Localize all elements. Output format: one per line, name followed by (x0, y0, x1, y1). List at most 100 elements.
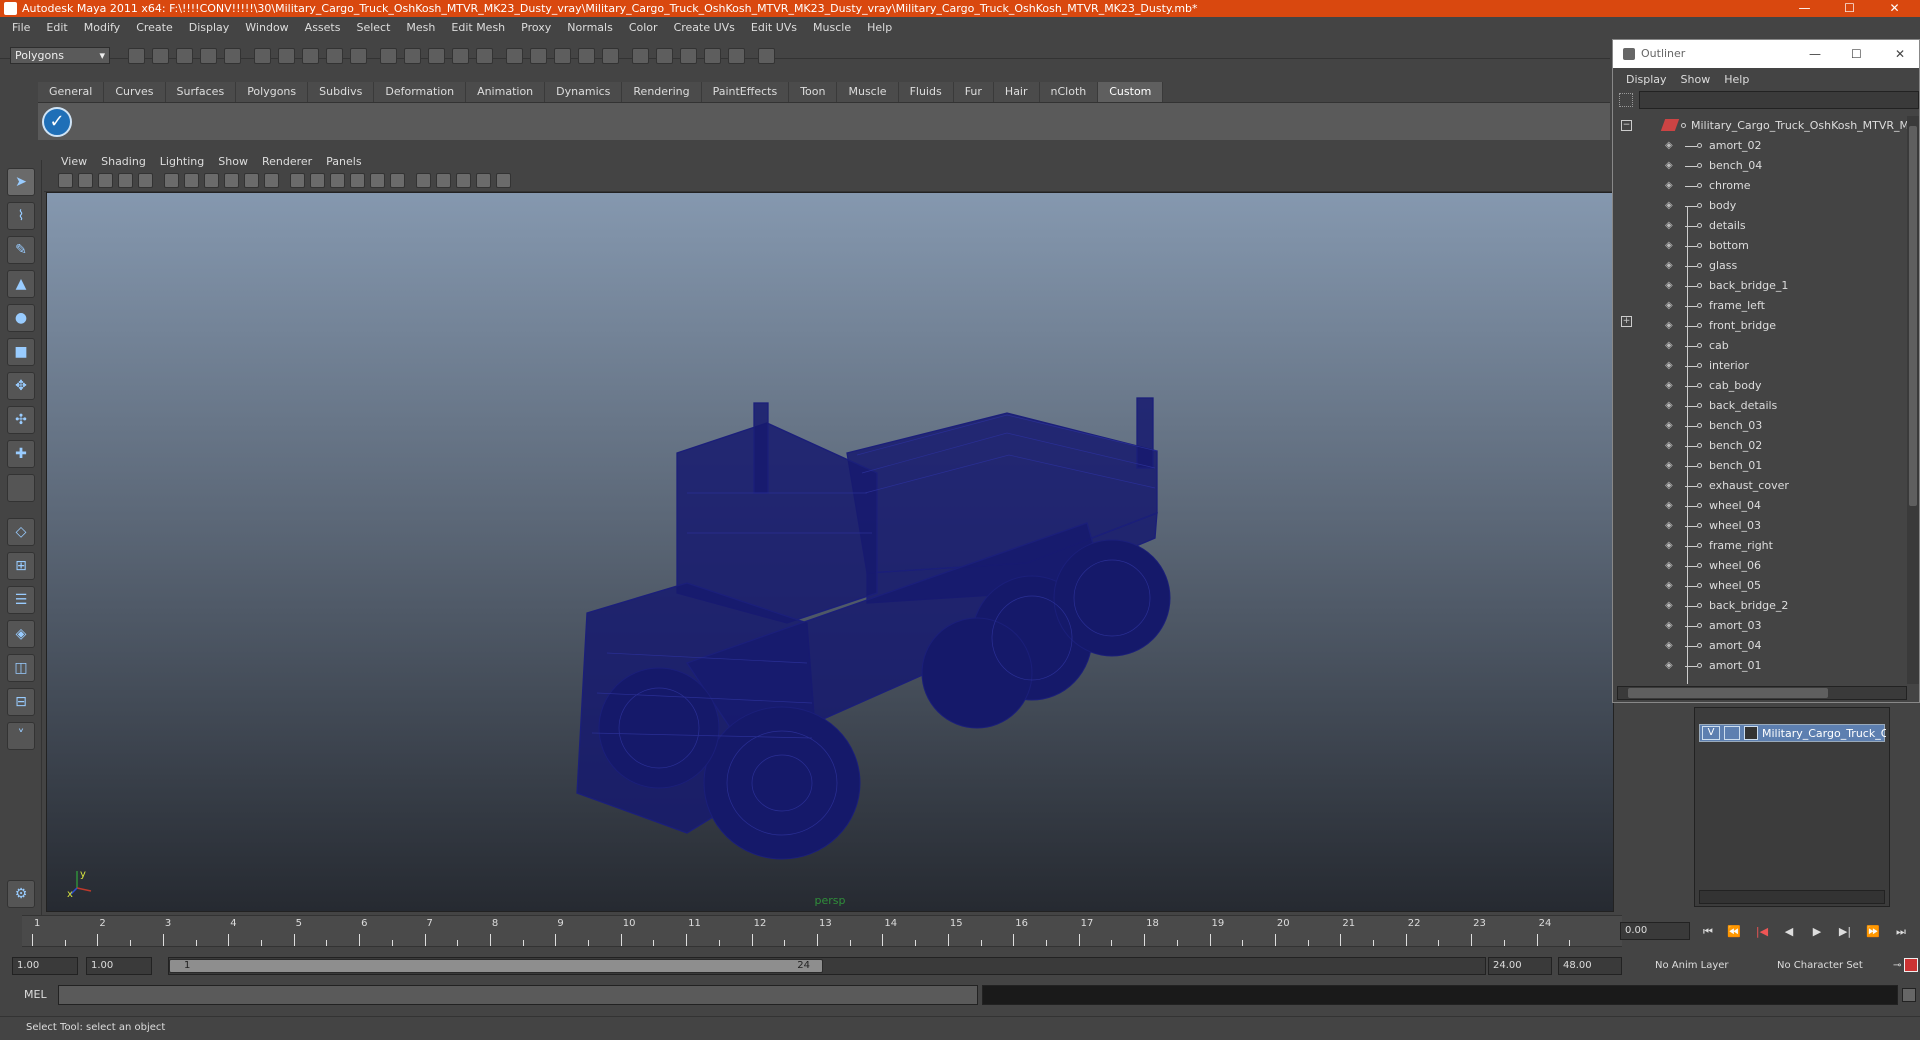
outliner-minimize-button[interactable]: — (1809, 40, 1821, 68)
step-forward-frame-icon[interactable]: ▶| (1834, 924, 1856, 940)
backface-icon[interactable] (496, 173, 511, 188)
script-editor-icon[interactable]: ⚙ (7, 880, 35, 908)
lasso-tool-icon[interactable]: ⌇ (7, 202, 35, 230)
outliner-horizontal-scrollbar[interactable] (1617, 686, 1907, 700)
menu-proxy[interactable]: Proxy (513, 21, 559, 34)
outliner-item[interactable]: ◈ bench_01 (1613, 456, 1909, 476)
select-object-icon[interactable] (224, 48, 241, 64)
close-button[interactable]: ✕ (1872, 0, 1917, 17)
outliner-item[interactable]: ◈ amort_01 (1613, 656, 1909, 676)
camera-select-icon[interactable] (58, 173, 73, 188)
outliner-item[interactable]: ◈ back_bridge_1 (1613, 276, 1909, 296)
open-scene-icon[interactable] (152, 48, 169, 64)
single-view-layout-icon[interactable]: ◇ (7, 518, 35, 546)
anim-layer-selector[interactable]: No Anim Layer (1650, 957, 1756, 975)
gate-mask-icon[interactable] (204, 173, 219, 188)
outliner-item[interactable]: ◈ cab_body (1613, 376, 1909, 396)
outliner-item[interactable]: ◈ details (1613, 216, 1909, 236)
outliner-layout-icon[interactable]: ☰ (7, 586, 35, 614)
smooth-shade-icon[interactable] (310, 173, 325, 188)
output-ops-icon[interactable] (476, 48, 493, 64)
shelf-tab-hair[interactable]: Hair (993, 82, 1040, 102)
textured-icon[interactable] (350, 173, 365, 188)
layer-color-swatch[interactable] (1744, 726, 1758, 740)
script-editor-button-icon[interactable] (1902, 988, 1916, 1002)
outliner-item[interactable]: ◈ cab (1613, 336, 1909, 356)
last-tool-icon[interactable] (7, 474, 35, 502)
shelf-tab-curves[interactable]: Curves (104, 82, 166, 102)
current-time-field[interactable]: 0.00 (1620, 922, 1690, 940)
camera-attributes-icon[interactable] (78, 173, 93, 188)
safe-action-icon[interactable] (244, 173, 259, 188)
outliner-item[interactable]: ◈ glass (1613, 256, 1909, 276)
select-hierarchy-icon[interactable] (200, 48, 217, 64)
shadows-icon[interactable] (390, 173, 405, 188)
outliner-item[interactable]: ◈ amort_04 (1613, 636, 1909, 656)
history-icon[interactable] (428, 48, 445, 64)
panel-menu-renderer[interactable]: Renderer (255, 155, 319, 168)
time-ruler[interactable]: 1 2 3 4 5 6 7 8 9 10 11 12 13 14 15 16 17 18 19 20 21 22 23 24 (22, 915, 1622, 947)
play-forwards-icon[interactable]: ▶ (1806, 924, 1828, 940)
outliner-filter-icon[interactable] (1619, 93, 1633, 107)
outliner-item[interactable]: ◈ bench_04 (1613, 156, 1909, 176)
paint-select-tool-icon[interactable]: ✎ (7, 236, 35, 264)
playback-start-field[interactable]: 1.00 (86, 957, 152, 975)
snap-curve-icon[interactable] (326, 48, 343, 64)
channel-box-icon[interactable] (680, 48, 697, 64)
panel-menu-panels[interactable]: Panels (319, 155, 368, 168)
layout-options-icon[interactable]: ˅ (7, 722, 35, 750)
collapse-icon[interactable]: − (1621, 120, 1632, 131)
outliner-menu-display[interactable]: Display (1619, 73, 1674, 86)
select-tool-icon[interactable]: ➤ (7, 168, 35, 196)
go-to-end-icon[interactable]: ⏭ (1890, 924, 1912, 940)
film-gate-icon[interactable] (164, 173, 179, 188)
grid-toggle-icon[interactable] (138, 173, 153, 188)
layer-visibility-toggle[interactable]: V (1702, 726, 1720, 740)
panel-menu-show[interactable]: Show (211, 155, 255, 168)
render-settings-icon[interactable] (578, 48, 595, 64)
menu-color[interactable]: Color (621, 21, 666, 34)
menu-assets[interactable]: Assets (297, 21, 349, 34)
universal-manipulator-icon[interactable]: ✥ (7, 372, 35, 400)
animation-start-field[interactable]: 1.00 (12, 957, 78, 975)
lock-selection-icon[interactable] (278, 48, 295, 64)
outliner-item[interactable]: ◈ wheel_03 (1613, 516, 1909, 536)
shelf-tab-fur[interactable]: Fur (953, 82, 994, 102)
key-icon[interactable]: ⊸ (1888, 957, 1902, 975)
outliner-item[interactable]: ◈ exhaust_cover (1613, 476, 1909, 496)
new-scene-icon[interactable] (128, 48, 145, 64)
rotate-tool-icon[interactable]: ● (7, 304, 35, 332)
range-bar[interactable]: 1 24 (168, 957, 1486, 975)
move-tool-icon[interactable]: ▲ (7, 270, 35, 298)
outliner-item[interactable]: ◈ interior (1613, 356, 1909, 376)
outliner-maximize-button[interactable]: ☐ (1851, 40, 1862, 68)
step-back-key-icon[interactable]: ⏪ (1723, 924, 1745, 940)
scale-tool-icon[interactable]: ■ (7, 338, 35, 366)
shelf-tab-deformation[interactable]: Deformation (374, 82, 467, 102)
outliner-horizontal-thumb[interactable] (1628, 688, 1828, 698)
shelf-tab-muscle[interactable]: Muscle (837, 82, 899, 102)
menu-file[interactable]: File (4, 21, 38, 34)
wireframe-on-shaded-icon[interactable] (330, 173, 345, 188)
outliner-close-button[interactable]: ✕ (1895, 40, 1905, 68)
outliner-item[interactable]: ◈ frame_right (1613, 536, 1909, 556)
layer-editor-scrollbar[interactable] (1699, 890, 1885, 904)
outliner-item[interactable]: ◈ wheel_05 (1613, 576, 1909, 596)
auto-key-icon[interactable] (1904, 958, 1918, 972)
outliner-vertical-thumb[interactable] (1909, 126, 1917, 506)
bookmark-icon[interactable] (98, 173, 113, 188)
persp-graph-layout-icon[interactable]: ⊟ (7, 688, 35, 716)
snap-live-icon[interactable] (404, 48, 421, 64)
shelf-tab-ncloth[interactable]: nCloth (1039, 82, 1099, 102)
snap-grid-icon[interactable] (302, 48, 319, 64)
shelf-tab-fluids[interactable]: Fluids (898, 82, 954, 102)
outliner-item[interactable]: ◈ amort_03 (1613, 616, 1909, 636)
menu-muscle[interactable]: Muscle (805, 21, 859, 34)
save-scene-icon[interactable] (176, 48, 193, 64)
outliner-menu-show[interactable]: Show (1674, 73, 1718, 86)
use-all-lights-icon[interactable] (370, 173, 385, 188)
outliner-item[interactable]: ◈ body (1613, 196, 1909, 216)
outliner-item[interactable]: ◈ wheel_06 (1613, 556, 1909, 576)
menu-modify[interactable]: Modify (76, 21, 128, 34)
construction-history-icon[interactable] (506, 48, 523, 64)
